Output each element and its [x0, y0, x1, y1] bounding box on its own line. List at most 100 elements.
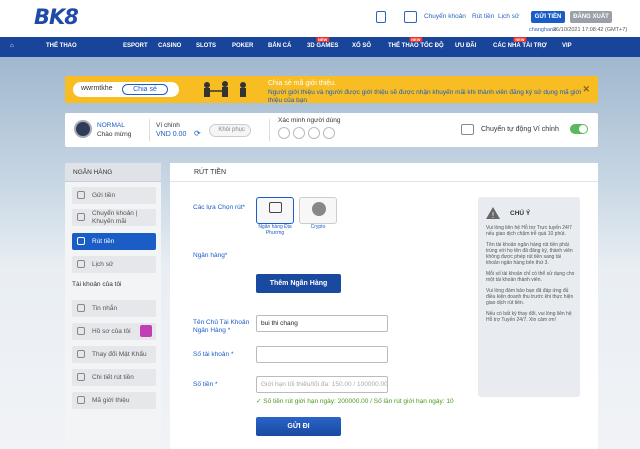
transfer-icon — [461, 124, 474, 135]
sidebar: NGÂN HÀNG Gửi tiền Chuyển khoản | Khuyến… — [65, 163, 161, 449]
add-bank-button[interactable]: Thêm Ngân Hàng — [256, 274, 341, 293]
method-crypto-label: Crypto — [310, 224, 326, 230]
bank-verify-icon[interactable] — [323, 127, 335, 139]
bank-icon — [269, 202, 282, 213]
sidebar-item-label: Gửi tiền — [92, 192, 116, 199]
restore-button[interactable]: Khôi phục — [209, 124, 251, 137]
amount-field[interactable] — [256, 376, 388, 393]
method-local-bank[interactable] — [256, 197, 294, 224]
account-holder-field[interactable] — [256, 315, 388, 332]
account-summary: NORMAL Chào mừng Ví chính VND 0.00 ⟳ Khô… — [65, 113, 598, 147]
brand-logo[interactable]: BK8 — [34, 5, 79, 29]
sidebar-item-label: Rút tiền — [92, 238, 115, 245]
people-illustration-icon — [204, 81, 246, 97]
account-holder-input[interactable] — [257, 316, 387, 331]
notice-item: Nếu có bất kỳ thay đổi, vui lòng liên hệ… — [486, 311, 572, 323]
nav-sponsors-label: CÁC NHÀ TÀI TRỢ — [493, 43, 547, 49]
phone-verify-icon[interactable] — [293, 127, 305, 139]
daily-count-limit: Số lần rút giới hạn ngày: 10 — [373, 398, 454, 405]
mobile-icon[interactable] — [376, 11, 386, 23]
home-icon[interactable]: ⌂ — [10, 43, 14, 49]
wallet-icon[interactable] — [404, 11, 417, 23]
share-button[interactable]: Chia sẻ — [122, 84, 168, 95]
sidebar-item-messages[interactable]: Tin nhắn — [72, 300, 156, 317]
referral-banner: wwrmtkhe Chia sẻ Chia sẻ mã giới thiệu. … — [65, 76, 598, 104]
main-wallet-label: Ví chính — [156, 122, 180, 129]
new-badge: NEW — [316, 37, 330, 42]
sidebar-item-withdraw[interactable]: Rút tiền — [72, 233, 156, 250]
lock-icon — [77, 350, 85, 358]
sidebar-item-label: Chuyển khoản | Khuyến mãi — [92, 210, 138, 225]
deposit-icon — [77, 191, 85, 199]
sidebar-item-referral[interactable]: Mã giới thiệu — [72, 392, 156, 409]
nav-slots[interactable]: SLOTS — [196, 43, 216, 49]
sidebar-item-change-password[interactable]: Thay đổi Mật Khẩu — [72, 346, 156, 363]
amount-input[interactable] — [257, 377, 387, 392]
nav-sports[interactable]: THỂ THAO — [46, 43, 77, 49]
nav-poker[interactable]: POKER — [232, 43, 253, 49]
sidebar-item-profile[interactable]: Hồ sơ của tôi — [72, 323, 156, 340]
nav-esport[interactable]: ESPORT — [123, 43, 148, 49]
withdraw-method-label: Các lựa Chọn rút* — [193, 204, 246, 211]
sidebar-item-history[interactable]: Lịch sử — [72, 256, 156, 273]
avatar — [74, 120, 92, 138]
refresh-icon[interactable]: ⟳ — [194, 129, 201, 138]
notice-title: CHÚ Ý — [510, 210, 531, 217]
sidebar-account-header: Tài khoản của tôi — [72, 281, 122, 288]
nav-3d-games[interactable]: 3D GAMES NEW — [307, 37, 338, 49]
notice-panel: ! CHÚ Ý Vui lòng liên hệ Hỗ trợ Trực tuy… — [478, 197, 580, 397]
user-verification-label: Xác minh người dùng — [278, 117, 341, 124]
bank-label: Ngân hàng* — [193, 252, 228, 259]
sidebar-item-deposit[interactable]: Gửi tiền — [72, 187, 156, 204]
header-link-withdraw[interactable]: Rút tiền — [472, 13, 494, 20]
nav-lottery[interactable]: XỔ SỐ — [352, 43, 371, 49]
method-crypto[interactable] — [299, 197, 337, 224]
notice-item: Mỗi số tài khoản chỉ có thể sử dụng cho … — [486, 271, 575, 283]
mail-icon — [77, 304, 85, 312]
email-verify-icon[interactable] — [278, 127, 290, 139]
logout-button[interactable]: ĐĂNG XUẤT — [570, 11, 612, 23]
sidebar-item-withdraw-details[interactable]: Chi tiết rút tiền — [72, 369, 156, 386]
account-number-label: Số tài khoản * — [193, 351, 234, 358]
nav-sponsors[interactable]: CÁC NHÀ TÀI TRỢ NEW — [493, 37, 547, 49]
nav-fishing[interactable]: BẮN CÁ — [268, 43, 291, 49]
nav-casino[interactable]: CASINO — [158, 43, 181, 49]
id-verify-icon[interactable] — [308, 127, 320, 139]
account-number-field[interactable] — [256, 346, 388, 363]
nav-speed-sports-label: THỂ THAO TỐC ĐỘ — [388, 43, 444, 49]
header-link-history[interactable]: Lịch sử — [498, 13, 519, 20]
deposit-button[interactable]: GỬI TIỀN — [531, 11, 565, 23]
divider — [149, 119, 150, 141]
submit-button[interactable]: GỬI ĐI — [256, 417, 341, 436]
nav-promotions[interactable]: ƯU ĐÃI — [455, 43, 476, 49]
notice-item: Tên tài khoản ngân hàng rút tiền phải tr… — [486, 242, 573, 266]
close-icon[interactable]: ✕ — [582, 84, 590, 95]
page-title: RÚT TIỀN — [170, 163, 598, 182]
details-icon — [77, 373, 85, 381]
notice-item: Vui lòng liên hệ Hỗ trợ Trực tuyến 24/7 … — [486, 225, 572, 237]
top-bar: BK8 Chuyển khoản Rút tiền Lịch sử GỬI TI… — [0, 0, 640, 37]
nav-vip[interactable]: VIP — [562, 43, 572, 49]
header-link-transfer[interactable]: Chuyển khoản — [424, 13, 466, 20]
amount-label: Số tiền * — [193, 381, 218, 388]
main-nav: ⌂ THỂ THAO ESPORT CASINO SLOTS POKER BẮN… — [0, 37, 640, 57]
referral-code-box: wwrmtkhe Chia sẻ — [73, 82, 179, 97]
divider — [269, 119, 270, 141]
svg-text:!: ! — [492, 211, 494, 219]
account-number-input[interactable] — [257, 347, 387, 362]
referral-description: Người giới thiệu và người được giới thiệ… — [268, 89, 582, 104]
gift-icon — [140, 325, 152, 337]
referral-title: Chia sẻ mã giới thiệu. — [268, 80, 337, 87]
account-holder-label: Tên Chủ Tài Khoản Ngân Hàng * — [193, 319, 250, 334]
member-level: NORMAL — [97, 122, 125, 129]
sidebar-item-label: Tin nhắn — [92, 305, 118, 312]
nav-speed-sports[interactable]: THỂ THAO TỐC ĐỘ NEW — [388, 37, 444, 49]
new-badge: NEW — [513, 37, 527, 42]
transfer-icon — [77, 213, 85, 221]
history-icon — [77, 260, 85, 268]
referral-icon — [77, 396, 85, 404]
auto-transfer-toggle[interactable] — [570, 124, 588, 134]
referral-code: wwrmtkhe — [81, 85, 113, 92]
sidebar-item-transfer[interactable]: Chuyển khoản | Khuyến mãi — [72, 209, 156, 226]
sidebar-item-label: Lịch sử — [92, 261, 114, 268]
